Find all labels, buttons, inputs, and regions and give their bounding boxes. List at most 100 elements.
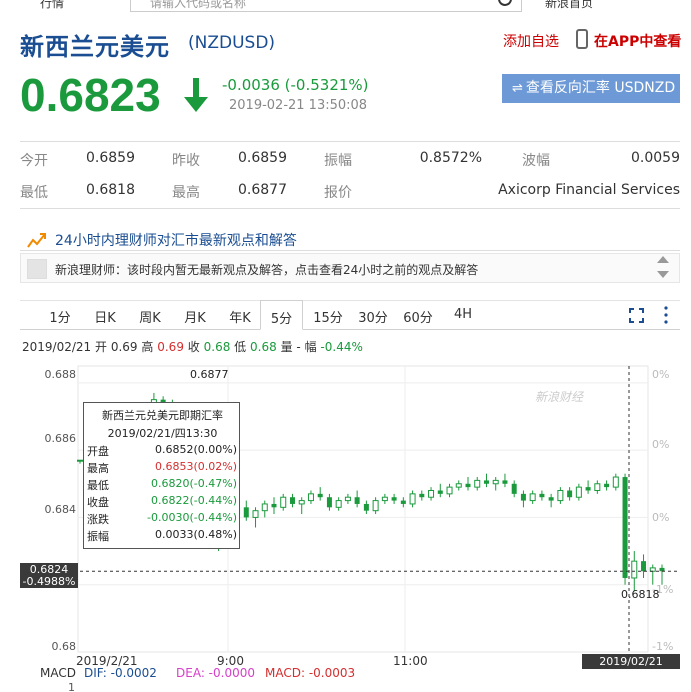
y-pct-label: 0% (652, 438, 670, 451)
candle-body (391, 497, 397, 501)
tab-4h[interactable]: 4H (445, 307, 481, 322)
candle-body (604, 483, 610, 488)
tooltip-value: 0.6820(-0.47%) (151, 477, 237, 490)
y-tick-label: 0.684 (44, 503, 77, 516)
candle-body (317, 493, 323, 498)
reverse-rate-label: 查看反向汇率 USDNZD (525, 80, 676, 96)
tooltip-row-change: 涨跌 -0.0030(-0.44%) (87, 511, 237, 527)
candle-body (261, 503, 268, 512)
tooltip-key: 涨跌 (87, 513, 109, 526)
candle-body (567, 490, 573, 498)
macd-label: MACD (40, 666, 76, 680)
symbol-code: (NZDUSD) (188, 33, 276, 53)
tab-daily-k[interactable]: 日K (90, 307, 120, 326)
candle-body (289, 497, 295, 504)
tooltip-key: 收盘 (87, 496, 109, 509)
tooltip-value: 0.6853(0.02%) (154, 460, 237, 473)
add-favorite-link[interactable]: 添加自选 (503, 31, 559, 51)
ohlc-low-label: 低 (234, 340, 247, 354)
tooltip-value: 0.6852(0.00%) (154, 443, 237, 456)
ohlc-amp: -0.44% (320, 340, 363, 354)
tab-weekly-k[interactable]: 周K (135, 307, 165, 326)
candle-body (344, 496, 351, 502)
x-axis-label: 11:00 (393, 654, 428, 668)
candle-tooltip: 新西兰元兑美元即期汇率 2019/02/21/四13:30 开盘 0.6852(0… (83, 402, 240, 549)
macd-value: MACD: -0.0003 (265, 666, 356, 680)
trend-icon (27, 233, 46, 248)
advisor-message-text[interactable]: 新浪理财师：该时段内暂无最新观点及解答，点击查看24小时之前的观点及解答 (55, 261, 478, 278)
volatility-value: 0.0059 (631, 150, 680, 166)
y-pct-label: 0% (652, 368, 670, 381)
candle-body (372, 500, 379, 512)
watermark: 新浪财经 (535, 390, 584, 404)
tooltip-row-low: 最低 0.6820(-0.47%) (87, 477, 237, 493)
candle-body (326, 497, 332, 508)
ohlc-low: 0.68 (250, 340, 277, 354)
current-price: 0.6823 (20, 69, 161, 121)
tab-30min[interactable]: 30分 (355, 307, 391, 326)
more-options-icon[interactable] (664, 306, 668, 324)
ohlc-volume-label: 量 (280, 340, 293, 354)
volatility-label: 波幅 (522, 153, 550, 169)
y-tick-label: 0.686 (44, 432, 77, 445)
reverse-rate-button[interactable]: ⇌ 查看反向汇率 USDNZD (502, 74, 680, 103)
quote-timestamp: 2019-02-21 13:50:08 (229, 98, 368, 113)
y-pct-label: 0% (652, 511, 670, 524)
ohlc-high-label: 高 (141, 340, 154, 354)
candle-body (659, 567, 665, 572)
advisor-title[interactable]: 24小时内理财师对汇市最新观点和解答 (55, 230, 297, 250)
tab-monthly-k[interactable]: 月K (180, 307, 210, 326)
candle-body (594, 483, 601, 491)
nav-item-sina-home[interactable]: 新浪首页 (545, 0, 593, 11)
candle-body (548, 497, 554, 501)
candle-body (419, 493, 425, 498)
tooltip-key: 最低 (87, 479, 109, 492)
candle-body (446, 486, 453, 495)
tooltip-value: -0.0030(-0.44%) (147, 511, 237, 524)
tab-60min[interactable]: 60分 (400, 307, 436, 326)
scroll-down-icon[interactable] (657, 271, 669, 278)
tab-5min[interactable]: 5分 (260, 300, 303, 330)
top-nav-bar: 行情 请输入代码或名称 新浪首页 (0, 0, 691, 14)
tooltip-title: 新西兰元兑美元即期汇率 (102, 409, 223, 422)
y-pct-label: -1% (652, 640, 674, 653)
tooltip-row-high: 最高 0.6853(0.02%) (87, 460, 237, 476)
high-value: 0.6877 (238, 182, 287, 198)
candle-body (492, 479, 499, 485)
search-placeholder: 请输入代码或名称 (150, 0, 247, 10)
ohlc-date: 2019/02/21 (22, 340, 92, 354)
tooltip-row-close: 收盘 0.6822(-0.44%) (87, 494, 237, 510)
macd-dea: DEA: -0.0000 (176, 666, 255, 680)
stats-panel: 今开 0.6859 昨收 0.6859 振幅 0.8572% 波幅 0.0059… (20, 141, 680, 209)
tab-1min[interactable]: 1分 (45, 307, 75, 326)
candle-body (631, 560, 638, 579)
y-tick-label: 0.688 (44, 368, 77, 381)
low-label: 最低 (20, 185, 48, 201)
candle-body (335, 500, 342, 508)
quoter-value: Axicorp Financial Services (498, 182, 680, 198)
candle-body (354, 497, 360, 504)
current-price-tag-pct: -0.4988% (22, 575, 76, 588)
ohlc-close-label: 收 (187, 340, 200, 354)
candle-body (307, 493, 314, 502)
tab-yearly-k[interactable]: 年K (225, 307, 255, 326)
swap-icon: ⇌ (512, 81, 523, 96)
view-in-app-link[interactable]: 在APP中查看 (594, 31, 681, 51)
fullscreen-icon[interactable] (629, 308, 644, 323)
candle-body (437, 490, 443, 494)
candle-body (400, 500, 406, 504)
ohlc-amp-label: 幅 (304, 340, 317, 354)
candle-body (641, 561, 647, 572)
price-change: -0.0036 (-0.5321%) (222, 76, 369, 94)
arrow-down-icon (184, 78, 208, 112)
macd-axis-label: 1 (68, 681, 75, 692)
candle-body (520, 493, 526, 501)
candle-body (649, 567, 656, 572)
tooltip-key: 开盘 (87, 445, 109, 458)
avatar (27, 259, 47, 279)
tab-15min[interactable]: 15分 (310, 307, 346, 326)
candle-body (243, 507, 249, 518)
candle-body (612, 476, 619, 488)
scroll-up-icon[interactable] (657, 256, 669, 263)
nav-item-quotes[interactable]: 行情 (40, 0, 64, 11)
